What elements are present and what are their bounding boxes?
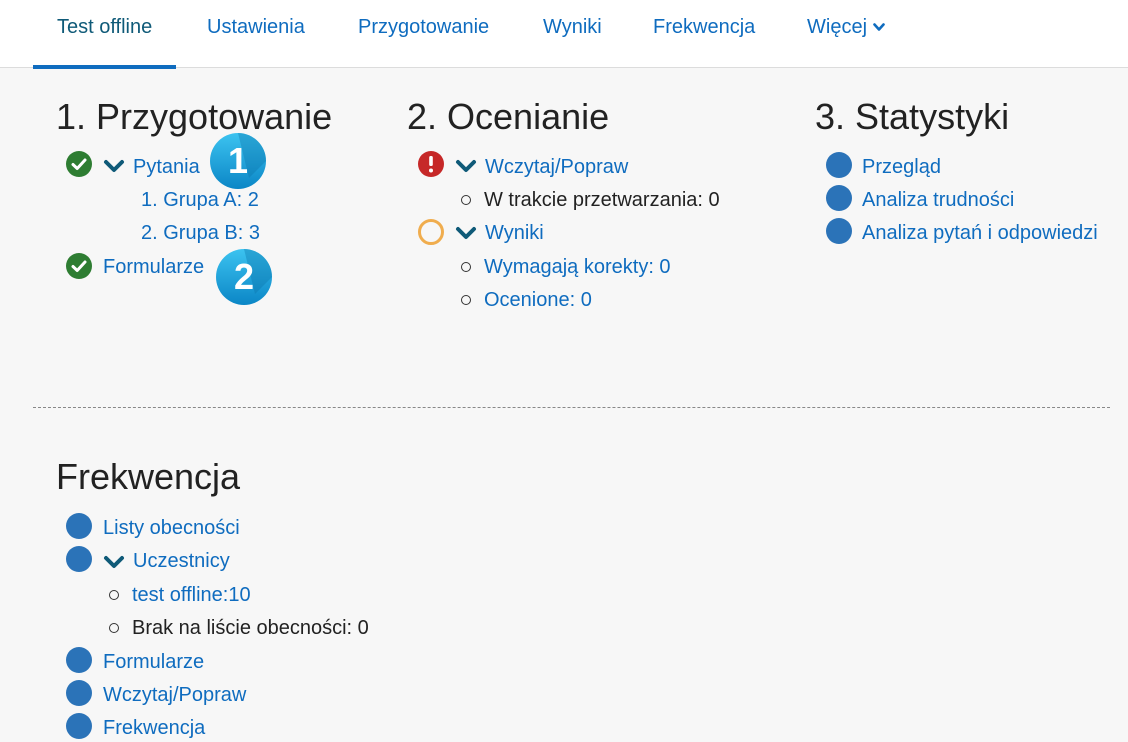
top-navigation: Test offline Ustawienia Przygotowanie Wy…	[0, 0, 1128, 69]
section-title-grading: 2. Ocenianie	[407, 96, 610, 137]
tab-label: Ustawienia	[207, 16, 305, 38]
questions-link[interactable]: Pytania	[133, 154, 200, 180]
tab-label: Test offline	[57, 16, 153, 38]
pending-circle-icon	[418, 219, 444, 245]
attendance-lists-link[interactable]: Listy obecności	[103, 515, 240, 541]
badge-label: 2	[234, 256, 254, 297]
attendance-forms-link[interactable]: Formularze	[103, 649, 204, 675]
tab-label: Przygotowanie	[358, 16, 490, 38]
processing-count: W trakcie przetwarzania: 0	[484, 189, 720, 211]
tab-settings[interactable]: Ustawienia	[207, 0, 305, 68]
upload-correct-link[interactable]: Wczytaj/Popraw	[485, 154, 628, 180]
difficulty-analysis-link[interactable]: Analiza trudności	[862, 187, 1014, 213]
tab-label: Frekwencja	[653, 16, 756, 38]
tab-attendance[interactable]: Frekwencja	[653, 0, 755, 68]
graded-link[interactable]: Ocenione: 0	[484, 287, 592, 313]
overview-link[interactable]: Przegląd	[862, 154, 941, 180]
status-dot-icon	[66, 713, 92, 739]
tab-label: Wyniki	[543, 16, 602, 38]
chevron-down-icon[interactable]	[103, 159, 125, 175]
tab-preparation[interactable]: Przygotowanie	[358, 0, 489, 68]
section-title-preparation: 1. Przygotowanie	[56, 96, 333, 137]
callout-badge-2: 2	[216, 249, 272, 305]
section-title-statistics: 3. Statystyki	[815, 96, 1010, 137]
results-link[interactable]: Wyniki	[485, 220, 544, 246]
chevron-down-icon	[873, 23, 885, 32]
needs-correction-link[interactable]: Wymagają korekty: 0	[484, 254, 671, 280]
status-dot-icon	[826, 152, 852, 178]
forms-link[interactable]: Formularze	[103, 254, 204, 280]
list-bullet	[109, 590, 119, 600]
group-a-link[interactable]: 1. Grupa A: 2	[141, 187, 259, 213]
test-offline-participants-link[interactable]: test offline:10	[132, 582, 251, 608]
status-dot-icon	[66, 546, 92, 572]
tab-more[interactable]: Więcej	[807, 0, 885, 68]
list-bullet	[461, 262, 471, 272]
status-dot-icon	[66, 680, 92, 706]
chevron-down-icon[interactable]	[103, 555, 125, 571]
badge-label: 1	[228, 140, 248, 181]
missing-from-list-count: Brak na liście obecności: 0	[132, 617, 369, 639]
check-circle-icon	[66, 151, 92, 177]
chevron-down-icon[interactable]	[455, 226, 477, 242]
status-dot-icon	[66, 513, 92, 539]
exclamation-circle-icon	[418, 151, 444, 177]
list-bullet	[109, 623, 119, 633]
list-bullet	[461, 295, 471, 305]
participants-link[interactable]: Uczestnicy	[133, 548, 230, 574]
status-dot-icon	[66, 647, 92, 673]
group-b-link[interactable]: 2. Grupa B: 3	[141, 220, 260, 246]
callout-badge-1: 1	[210, 133, 266, 189]
status-dot-icon	[826, 185, 852, 211]
question-answer-analysis-link[interactable]: Analiza pytań i odpowiedzi	[862, 220, 1098, 246]
tab-test-offline[interactable]: Test offline	[32, 0, 177, 69]
tab-results[interactable]: Wyniki	[543, 0, 602, 68]
attendance-link[interactable]: Frekwencja	[103, 715, 205, 741]
status-dot-icon	[826, 218, 852, 244]
section-title-attendance: Frekwencja	[56, 456, 241, 497]
tab-label: Więcej	[807, 16, 868, 38]
chevron-down-icon[interactable]	[455, 159, 477, 175]
check-circle-icon	[66, 253, 92, 279]
section-divider	[33, 407, 1110, 408]
list-bullet	[461, 195, 471, 205]
attendance-upload-link[interactable]: Wczytaj/Popraw	[103, 682, 246, 708]
